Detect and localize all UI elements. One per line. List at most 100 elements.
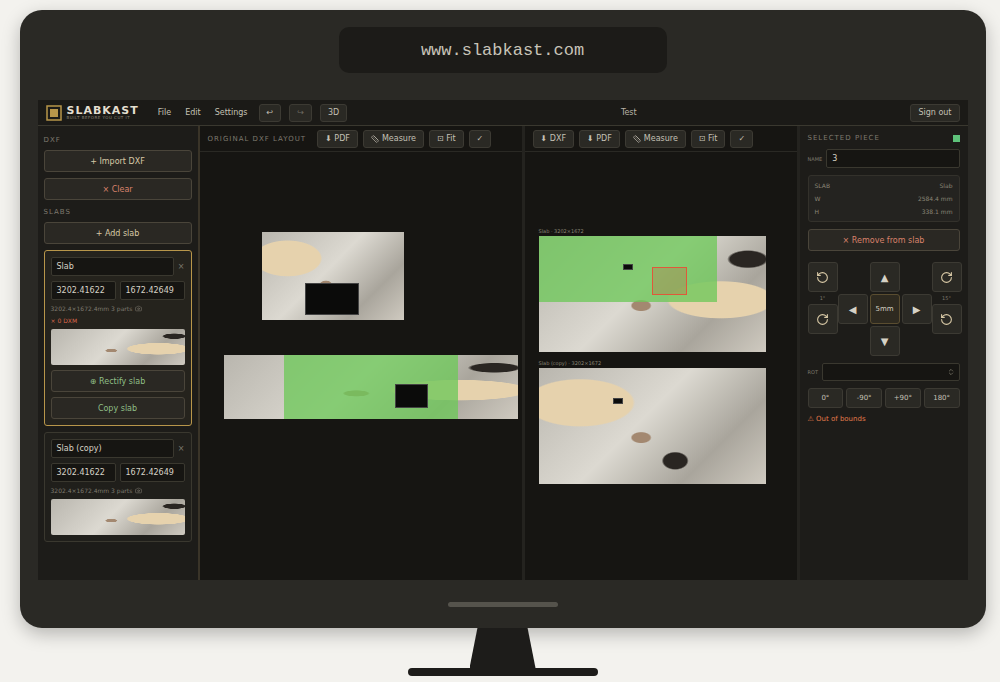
rotation-preset-button[interactable]: 0° xyxy=(808,388,844,408)
slab-name-field[interactable]: Slab xyxy=(51,257,174,276)
nested-slab-label: Slab · 3202×1672 xyxy=(539,228,797,234)
original-layout-panel: ORIGINAL DXF LAYOUT⬇ PDFMeasure⊡ Fit✓ xyxy=(200,126,525,580)
tool-button[interactable]: ⬇ PDF xyxy=(317,130,358,148)
url-bar: www.slabkast.com xyxy=(339,27,667,73)
tool-button[interactable]: ✓ xyxy=(730,130,753,148)
menu-item[interactable]: Edit xyxy=(182,108,204,117)
slab-action-button[interactable]: Copy slab xyxy=(51,397,185,419)
slab-height-field[interactable]: 1672.42649 xyxy=(120,463,185,482)
top-bar: SLABKASTBUILT BEFORE YOU CUT IT File Edit S… xyxy=(38,100,968,126)
tool-button[interactable]: Measure xyxy=(363,130,424,148)
slab-card[interactable]: Slab × 3202.416221672.42649 3202.4×1672.4mm… xyxy=(44,250,192,426)
cutout xyxy=(395,384,428,408)
ruler-icon xyxy=(371,135,379,143)
remove-from-slab-button[interactable]: × Remove from slab xyxy=(808,229,960,251)
menu-item[interactable]: Settings xyxy=(212,108,251,117)
monitor-neck xyxy=(470,628,536,668)
slab-height-field[interactable]: 1672.42649 xyxy=(120,281,185,300)
slab-name-field[interactable]: Slab (copy) xyxy=(51,439,174,458)
tool-button[interactable]: ⊡ Fit xyxy=(691,130,726,148)
tool-button[interactable]: ⬇ PDF xyxy=(579,130,620,148)
nudge-right-button[interactable]: ▶ xyxy=(902,294,932,324)
slab-card[interactable]: Slab (copy) × 3202.416221672.42649 3202.4×1… xyxy=(44,432,192,542)
clear-button[interactable]: × Clear xyxy=(44,178,192,200)
tool-button[interactable]: ⬇ DXF xyxy=(533,130,575,148)
nudge-up-button[interactable]: ▲ xyxy=(870,262,900,292)
slab-meta: 3202.4×1672.4mm 3 parts xyxy=(51,305,185,312)
add-slab-button[interactable]: + Add slab xyxy=(44,222,192,244)
tool-button[interactable]: ⊡ Fit xyxy=(429,130,464,148)
camera-icon xyxy=(135,305,142,312)
slab-meta: 3202.4×1672.4mm 3 parts xyxy=(51,487,185,494)
tool-button[interactable]: ✓ xyxy=(469,130,492,148)
bezel-bar xyxy=(448,602,558,607)
3d-button[interactable]: 3D xyxy=(320,104,347,122)
out-of-bounds-marker xyxy=(652,267,687,295)
chevron-icon xyxy=(947,368,955,376)
rotate-left-button[interactable] xyxy=(808,262,838,292)
piece-controls: 1°▲◀5mm▶▼15° xyxy=(808,262,960,356)
redo-button[interactable]: ↪ xyxy=(289,104,312,122)
field-label: ROT xyxy=(808,369,818,375)
camera-icon xyxy=(135,487,142,494)
rotation-presets: 0°-90°+90°180° xyxy=(808,388,960,408)
remove-slab-button[interactable]: × xyxy=(178,262,185,271)
nested-slab[interactable]: Slab · 3202×1672 xyxy=(539,228,797,352)
menu-item[interactable]: File xyxy=(155,108,174,117)
top-bezel: www.slabkast.com xyxy=(20,10,986,100)
import-dxf-button[interactable]: + Import DXF xyxy=(44,150,192,172)
rotation-preset-button[interactable]: -90° xyxy=(846,388,882,408)
rotate-ccw-icon xyxy=(816,271,829,284)
sign-out-button[interactable]: Sign out xyxy=(910,104,959,122)
section-label: DXF xyxy=(44,136,192,144)
slab-width-field[interactable]: 3202.41622 xyxy=(51,463,116,482)
slab-image xyxy=(539,368,766,484)
monitor-base xyxy=(408,668,598,676)
slab-thumbnail xyxy=(51,329,185,365)
undo-button[interactable]: ↩ xyxy=(259,104,282,122)
tool-button[interactable]: Measure xyxy=(625,130,686,148)
dxf-canvas[interactable] xyxy=(200,152,522,580)
project-name: Test xyxy=(355,108,902,117)
nudge-pad: ▲◀5mm▶▼ xyxy=(838,262,932,356)
nesting-panel: ⬇ DXF⬇ PDFMeasure⊡ Fit✓Slab · 3202×1672S… xyxy=(525,126,800,580)
logo-tagline: BUILT BEFORE YOU CUT IT xyxy=(67,116,139,120)
piece-info: SLABSlabW2584.4 mmH338.1 mm xyxy=(808,175,960,222)
nesting-canvas[interactable]: Slab · 3202×1672 Slab (copy) · 3202×1672 xyxy=(525,152,797,580)
logo-icon xyxy=(46,105,62,121)
dxf-piece[interactable] xyxy=(262,232,404,320)
field-label: NAME xyxy=(808,156,823,162)
remove-slab-button[interactable]: × xyxy=(178,444,185,453)
nudge-left-button[interactable]: ◀ xyxy=(838,294,868,324)
nudge-down-button[interactable]: ▼ xyxy=(870,326,900,356)
rotate-right-button[interactable] xyxy=(808,304,838,334)
monitor: www.slabkast.com SLABKASTBUILT BEFORE YOU… xyxy=(20,10,986,628)
rotate-step-label: 15° xyxy=(942,295,951,301)
slab-action-button[interactable]: ⊕ Rectify slab xyxy=(51,370,185,392)
sidebar: DXF + Import DXF × Clear SLABS + Add slab Sla… xyxy=(38,126,200,580)
panel-toolbar: ORIGINAL DXF LAYOUT⬇ PDFMeasure⊡ Fit✓ xyxy=(200,126,522,152)
cutout xyxy=(613,398,623,404)
cutout xyxy=(623,264,633,270)
panel-toolbar: ⬇ DXF⬇ PDF Measure ⊡ Fit✓ xyxy=(525,126,797,152)
logo[interactable]: SLABKASTBUILT BEFORE YOU CUT IT xyxy=(46,105,139,121)
slab-warning: × 0 DXM xyxy=(51,317,185,324)
bottom-bezel xyxy=(20,580,986,628)
panel-title: SELECTED PIECE xyxy=(808,134,880,142)
rotate-right-coarse-button[interactable] xyxy=(932,262,962,292)
info-row: H338.1 mm xyxy=(815,208,953,215)
selected-piece-panel: SELECTED PIECE NAME3 SLABSlabW2584.4 mmH33… xyxy=(800,126,968,580)
dxf-piece[interactable] xyxy=(224,355,518,419)
slab-width-field[interactable]: 3202.41622 xyxy=(51,281,116,300)
rotation-preset-button[interactable]: 180° xyxy=(924,388,960,408)
nested-slab-label: Slab (copy) · 3202×1672 xyxy=(539,360,797,366)
piece-name-field[interactable]: 3 xyxy=(826,149,959,168)
info-row: SLABSlab xyxy=(815,182,953,189)
rotate-left-coarse-button[interactable] xyxy=(932,304,962,334)
rotation-select[interactable] xyxy=(822,363,960,381)
rotate-cw-icon xyxy=(816,313,829,326)
nested-slab[interactable]: Slab (copy) · 3202×1672 xyxy=(539,360,797,484)
section-label: SLABS xyxy=(44,208,192,216)
nudge-step-button[interactable]: 5mm xyxy=(870,294,900,324)
rotation-preset-button[interactable]: +90° xyxy=(885,388,921,408)
